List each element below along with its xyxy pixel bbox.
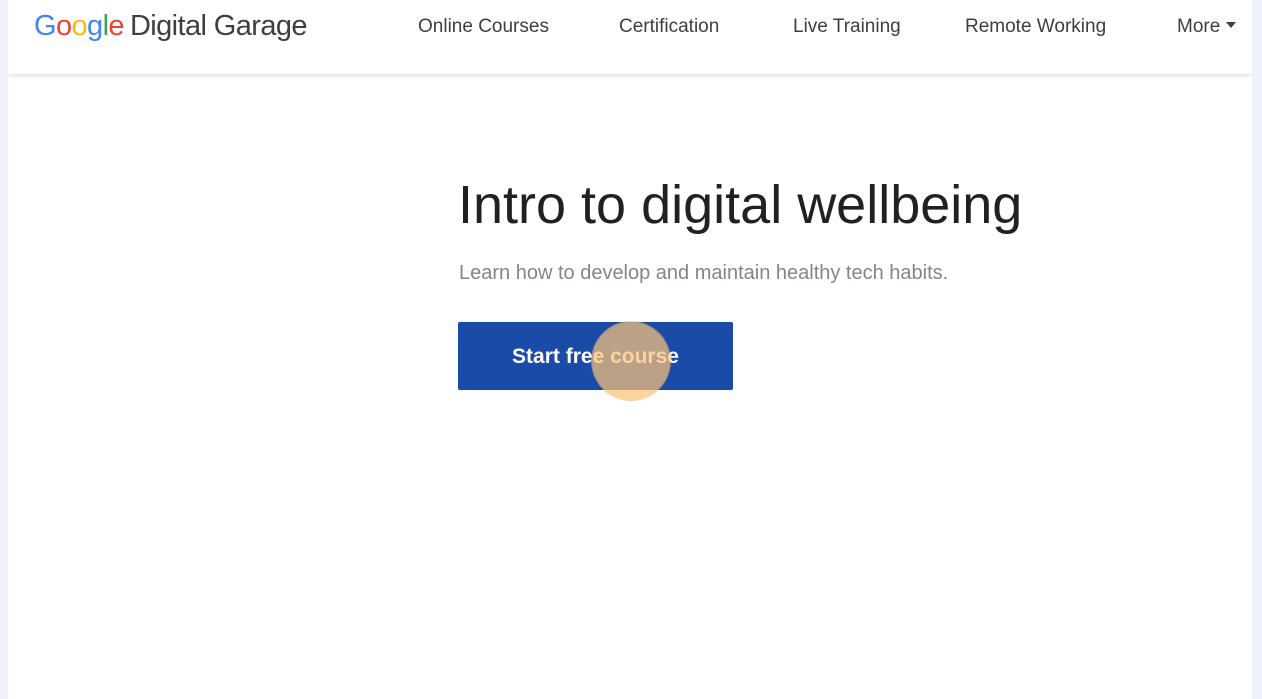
nav-online-courses[interactable]: Online Courses [418, 14, 549, 40]
nav-remote-working[interactable]: Remote Working [965, 14, 1106, 40]
brand-product-name: Digital Garage [129, 10, 308, 42]
caret-down-icon [1226, 21, 1237, 28]
google-digital-garage-logo[interactable]: Google Digital Garage [34, 8, 308, 44]
nav-more-label: More [1177, 16, 1221, 37]
course-title: Intro to digital wellbeing [458, 175, 1023, 235]
top-navigation-bar: Google Digital Garage Online Courses Cert… [8, 0, 1252, 74]
nav-certification[interactable]: Certification [619, 14, 719, 40]
google-wordmark: Google [34, 10, 125, 42]
nav-more-dropdown[interactable]: More [1177, 14, 1237, 40]
page: Google Digital Garage Online Courses Cert… [8, 0, 1252, 699]
course-subtitle: Learn how to develop and maintain health… [459, 262, 949, 284]
nav-live-training[interactable]: Live Training [793, 14, 901, 40]
start-free-course-button[interactable]: Start free course [458, 322, 733, 390]
